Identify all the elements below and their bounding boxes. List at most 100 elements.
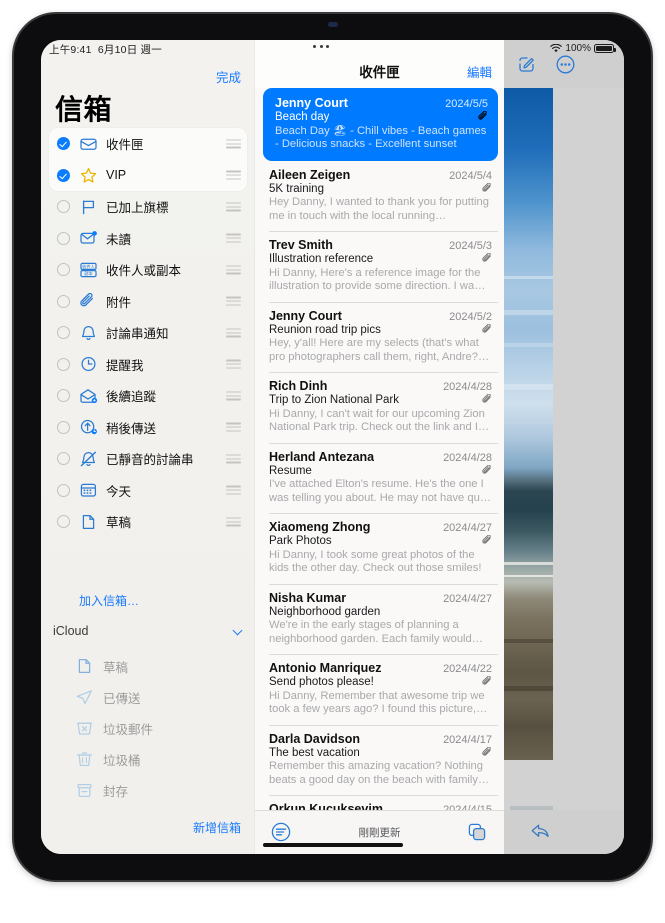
sidebar-item-label: 已加上旗標 [106, 201, 169, 216]
email-subject: Trip to Zion National Park [269, 394, 399, 406]
row-divider [269, 442, 498, 443]
reorder-handle-icon[interactable] [226, 139, 241, 149]
sender-name: Aileen Zeigen [269, 167, 351, 182]
mail-list-toolbar: 剛剛更新 [255, 810, 504, 854]
email-date: 2024/4/27 [443, 592, 492, 605]
sidebar-item-9[interactable]: 後續追蹤 [49, 380, 247, 412]
done-button[interactable]: 完成 [216, 67, 241, 86]
email-date: 2024/5/2 [449, 310, 492, 323]
checkbox-8[interactable] [57, 357, 70, 371]
sidebar-item-11[interactable]: 已靜音的討論串 [49, 443, 247, 475]
sidebar-item-8[interactable]: 提醒我 [49, 349, 247, 381]
sidebar-item-4[interactable]: 未讀 [49, 223, 247, 255]
mail-list-item[interactable]: Darla Davidson 2024/4/17 The best vacati… [255, 724, 504, 796]
email-preview: Remember this amazing vacation? Nothing … [269, 760, 490, 786]
sidebar-item-2[interactable]: VIP [49, 160, 247, 192]
add-mailbox-link[interactable]: 加入信箱… [79, 592, 139, 609]
mail-list-item[interactable]: Aileen Zeigen 2024/5/4 5K training Hey D… [255, 161, 504, 232]
reorder-handle-icon[interactable] [226, 485, 241, 495]
email-preview: Hi Danny, I can't wait for our upcoming … [269, 407, 490, 434]
reorder-handle-icon[interactable] [226, 454, 241, 464]
ipad-screen: 上午9:41 6月10日 週一 100% 完成 信箱 收件匣 VIP 已加上旗標… [41, 40, 624, 854]
email-date: 2024/5/4 [449, 169, 492, 182]
mail-list-item[interactable]: Jenny Court 2024/5/5 Beach day Beach Day… [263, 88, 498, 161]
compose-icon[interactable] [518, 56, 535, 73]
checkbox-9[interactable] [57, 389, 70, 403]
icloud-item-1[interactable]: 草稿 [75, 652, 128, 680]
row-divider [269, 583, 498, 584]
send-later-icon [79, 419, 98, 435]
checkbox-1[interactable] [57, 137, 70, 151]
paperclip-icon [482, 464, 492, 477]
icloud-item-2[interactable]: 已傳送 [75, 683, 141, 711]
icloud-item-5[interactable]: 封存 [75, 776, 128, 804]
svg-text:副本: 副本 [84, 270, 93, 277]
more-circle-icon[interactable] [556, 55, 575, 74]
reorder-handle-icon[interactable] [226, 359, 241, 369]
email-subject: Neighborhood garden [269, 605, 381, 618]
message-detail-panel [504, 40, 624, 854]
checkbox-11[interactable] [57, 452, 70, 466]
update-status-label: 剛剛更新 [358, 827, 401, 839]
sidebar-item-label: VIP [106, 168, 127, 183]
sidebar-item-7[interactable]: 討論串通知 [49, 317, 247, 349]
mail-list-item[interactable]: Rich Dinh 2024/4/28 Trip to Zion Nationa… [255, 372, 504, 443]
row-divider [269, 513, 498, 514]
account-header-icloud[interactable]: iCloud [53, 624, 243, 638]
email-date: 2024/4/28 [443, 451, 492, 464]
checkbox-3[interactable] [57, 200, 70, 214]
sidebar-item-12[interactable]: 今天 [49, 475, 247, 507]
checkbox-10[interactable] [57, 420, 70, 434]
sidebar-item-5[interactable]: 收件人 副本 收件人或副本 [49, 254, 247, 286]
reorder-handle-icon[interactable] [226, 391, 241, 401]
sidebar-item-3[interactable]: 已加上旗標 [49, 191, 247, 223]
checkbox-13[interactable] [57, 515, 70, 529]
checkbox-4[interactable] [57, 231, 70, 245]
mail-list-item[interactable]: Herland Antezana 2024/4/28 Resume I've a… [255, 442, 504, 514]
sender-name: Darla Davidson [269, 731, 361, 746]
front-camera [327, 22, 338, 27]
clock-icon [79, 356, 98, 372]
checkbox-7[interactable] [57, 326, 70, 340]
reorder-handle-icon[interactable] [226, 422, 241, 432]
reorder-handle-icon[interactable] [226, 296, 241, 306]
row-divider [269, 301, 498, 302]
mail-list-panel: 收件匣 編輯 Jenny Court 2024/5/5 Beach day Be… [255, 40, 504, 854]
reply-icon[interactable] [530, 822, 550, 840]
ipad-device-frame: 上午9:41 6月10日 週一 100% 完成 信箱 收件匣 VIP 已加上旗標… [14, 14, 651, 880]
reorder-handle-icon[interactable] [226, 265, 241, 275]
email-date: 2024/5/5 [445, 98, 488, 110]
checkbox-2[interactable] [57, 168, 70, 182]
icloud-item-4[interactable]: 垃圾桶 [75, 745, 141, 773]
mail-list-item[interactable]: Trev Smith 2024/5/3 Illustration referen… [255, 231, 504, 302]
checkbox-5[interactable] [57, 263, 70, 277]
email-subject: Park Photos [269, 535, 332, 547]
mail-list-item[interactable]: Antonio Manriquez 2024/4/22 Send photos … [255, 654, 504, 725]
copy-icon[interactable] [468, 823, 486, 841]
sidebar-item-6[interactable]: 附件 [49, 286, 247, 318]
reorder-handle-icon[interactable] [226, 328, 241, 338]
flag-icon [79, 199, 98, 215]
reorder-handle-icon[interactable] [226, 202, 241, 212]
reorder-handle-icon[interactable] [226, 170, 241, 180]
chevron-down-icon[interactable] [233, 626, 243, 636]
edit-button[interactable]: 編輯 [467, 62, 492, 81]
mail-list-scroll[interactable]: Jenny Court 2024/5/5 Beach day Beach Day… [255, 88, 504, 854]
mailbox-filter-list: 收件匣 VIP 已加上旗標未讀 收件人 副本 收件人或副本 附件 討論串通知 提醒我 後續追蹤 稍後… [49, 128, 247, 538]
reorder-handle-icon[interactable] [226, 517, 241, 527]
mail-list-item[interactable]: Xiaomeng Zhong 2024/4/27 Park Photos Hi … [255, 513, 504, 584]
junk-icon [75, 720, 94, 736]
email-preview: Hey, y'all! Here are my selects (that's … [269, 337, 490, 363]
email-preview: Hi Danny, Remember that awesome trip we … [269, 689, 488, 716]
checkbox-12[interactable] [57, 483, 70, 497]
bell-slash-icon [79, 451, 98, 467]
sidebar-item-13[interactable]: 草稿 [49, 506, 247, 538]
sidebar-item-1[interactable]: 收件匣 [49, 128, 247, 160]
paperclip-icon [482, 535, 492, 547]
sidebar-item-10[interactable]: 稍後傳送 [49, 412, 247, 444]
icloud-item-3[interactable]: 垃圾郵件 [75, 714, 153, 742]
checkbox-6[interactable] [57, 294, 70, 308]
mail-list-item[interactable]: Jenny Court 2024/5/2 Reunion road trip p… [255, 301, 504, 373]
mail-list-item[interactable]: Nisha Kumar 2024/4/27 Neighborhood garde… [255, 583, 504, 655]
reorder-handle-icon[interactable] [226, 233, 241, 243]
